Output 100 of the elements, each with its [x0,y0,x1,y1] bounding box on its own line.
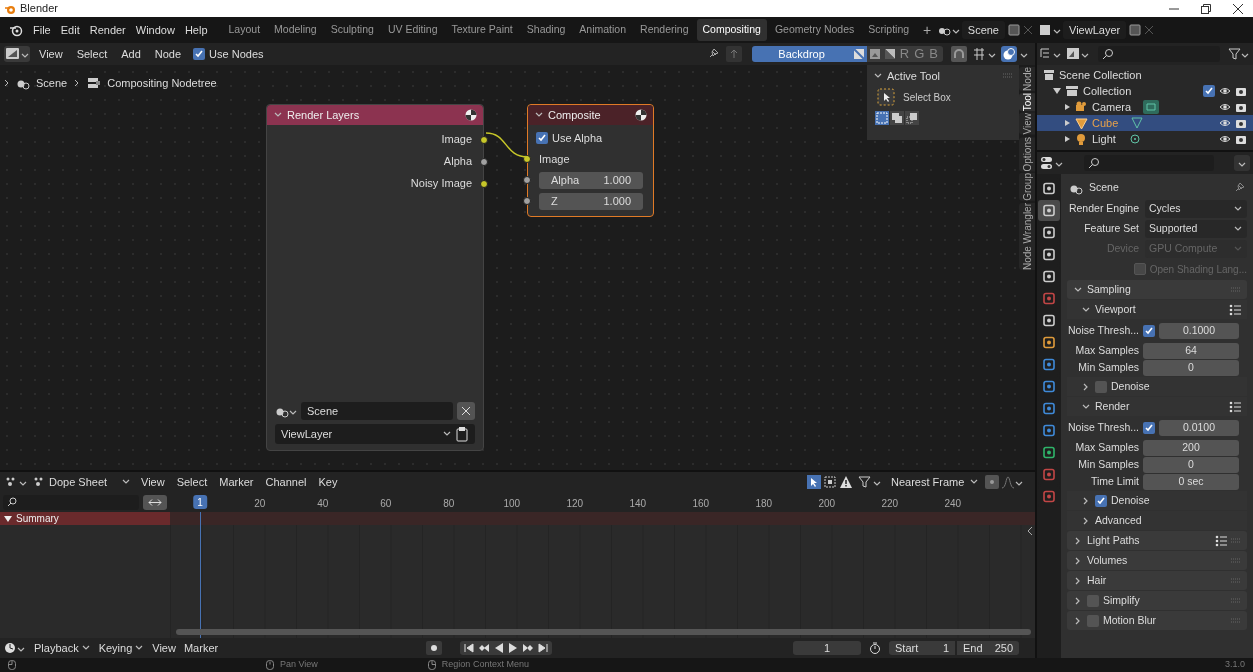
snap-dropdown[interactable]: Nearest Frame [887,473,983,491]
workspace-tab[interactable]: Geometry Nodes [768,19,861,41]
presets-list-icon[interactable] [1229,400,1241,413]
workspace-tab[interactable]: Sculpting [324,19,380,41]
menu-item[interactable]: File [28,21,56,39]
checkbox[interactable] [1143,324,1155,337]
prev-keyframe-icon[interactable] [478,643,491,653]
menu-item[interactable]: Edit [55,21,85,39]
checkbox[interactable] [1095,494,1107,507]
jump-end-icon[interactable] [538,643,549,653]
number-field[interactable]: 0.0100 [1159,419,1239,436]
menu-item[interactable]: Marker [183,639,219,657]
exclude-checkbox[interactable] [1203,85,1215,97]
search-field[interactable] [1084,155,1214,171]
checkbox[interactable] [536,132,548,144]
clear-icon[interactable] [457,402,475,420]
color-icon[interactable] [867,47,882,61]
use-alpha-checkbox[interactable]: Use Alpha [528,129,653,147]
node-canvas[interactable]: Scene Compositing Nodetree Render Layers Image Alpha Noisy Image Scene ViewLayer Composite Use Alpha Image Alpha 1.000 Z 1.000 Active Tool Select Box [0,65,1019,470]
blender-logo-icon[interactable] [9,23,23,37]
checkbox[interactable] [193,48,206,60]
falloff-icon[interactable] [1001,475,1023,489]
proportional-icon[interactable] [985,475,999,489]
sidebar-tab[interactable]: View [1019,113,1035,135]
stopwatch-icon[interactable] [869,642,881,654]
node-socket[interactable] [480,157,488,166]
pin-icon[interactable] [1233,182,1245,194]
number-field[interactable]: Alpha 1.000 [539,171,643,189]
node-socket[interactable] [480,179,488,188]
eye-icon[interactable] [1219,86,1231,96]
search-field[interactable] [3,494,139,510]
menu-item[interactable]: Add [116,45,146,63]
panel-header[interactable]: Hair [1067,571,1247,590]
add-workspace-button[interactable]: + [917,19,938,41]
workspace-tab[interactable]: Texture Paint [445,19,519,41]
only-selected-icon[interactable] [807,475,821,489]
workspace-tab[interactable]: Layout [222,19,267,41]
menu-item[interactable]: View [34,45,68,63]
select-subtract-icon[interactable] [905,111,919,125]
editor-type-icon[interactable] [4,475,28,489]
workspace-tab[interactable]: Scripting [862,19,916,41]
overlay-icon[interactable] [1001,46,1029,62]
menu-item[interactable]: View [136,473,170,491]
sidebar-tab[interactable]: Group [1019,173,1035,202]
outliner-item[interactable]: Camera [1037,99,1253,115]
start-frame-field[interactable]: Start 1 [889,641,955,655]
camera-icon[interactable] [1235,117,1247,129]
checkbox[interactable] [1095,380,1107,393]
outliner-item[interactable]: Cube [1037,115,1253,131]
menu-item[interactable]: Render [84,21,131,39]
checkbox[interactable] [1087,614,1099,627]
checkbox[interactable] [1143,421,1155,434]
sidebar-tab[interactable]: Options [1019,136,1035,172]
number-field[interactable]: Z 1.000 [539,192,643,210]
workspace-tab[interactable]: Animation [573,19,633,41]
next-keyframe-icon[interactable] [522,643,535,653]
current-frame-indicator[interactable]: 1 [193,495,207,509]
record-icon[interactable] [426,641,443,655]
parent-node-icon[interactable] [726,46,743,62]
snap-icon[interactable] [951,46,967,62]
eye-icon[interactable] [1219,134,1231,144]
menu-item[interactable]: Channel [260,473,312,491]
chevron-left-icon[interactable] [1027,526,1033,536]
alpha-icon[interactable] [882,47,897,61]
swap-arrows-icon[interactable] [143,494,167,510]
number-field[interactable]: 200 [1143,439,1239,456]
node-socket[interactable] [523,176,531,184]
play-reverse-icon[interactable] [494,643,505,653]
sidebar-tab[interactable]: Node [1019,67,1035,91]
panel-header[interactable]: Motion Blur [1067,611,1247,630]
panel-header[interactable]: Sampling [1067,280,1247,299]
dropdown[interactable]: Supported [1145,220,1247,238]
options-dropdown-icon[interactable] [1234,155,1250,171]
node-socket[interactable] [480,135,488,144]
eye-icon[interactable] [1219,102,1231,112]
play-icon[interactable] [508,643,519,653]
panel-header[interactable]: Simplify [1067,591,1247,610]
checkbox[interactable] [1087,594,1099,607]
warning-icon[interactable] [839,475,853,489]
panel-title[interactable]: Active Tool [887,67,999,85]
menu-item[interactable]: Keying [98,639,145,657]
sidebar-tab[interactable]: Tool [1019,92,1035,112]
node-socket[interactable] [523,197,531,205]
menu-item[interactable]: View [152,639,176,657]
jump-start-icon[interactable] [464,643,475,653]
camera-icon[interactable] [1235,133,1247,145]
eye-icon[interactable] [1219,118,1231,128]
use-nodes-checkbox[interactable]: Use Nodes [190,45,267,63]
filter-scene-icon[interactable] [1066,47,1090,61]
maximize-icon[interactable] [1201,3,1211,14]
clock-icon[interactable] [4,641,26,655]
selector-field[interactable]: ViewLayer [1063,21,1127,39]
view-layer-dropdown[interactable]: ViewLayer [275,424,475,444]
select-extend-icon[interactable] [890,111,904,125]
close-icon[interactable] [1233,3,1243,14]
backdrop-toggle[interactable]: Backdrop [752,46,851,62]
editor-type-icon[interactable] [1040,156,1064,170]
mode-dropdown[interactable]: Dope Sheet [30,473,134,491]
workspace-tab[interactable]: Shading [520,19,572,41]
editor-type-icon[interactable] [4,46,30,62]
